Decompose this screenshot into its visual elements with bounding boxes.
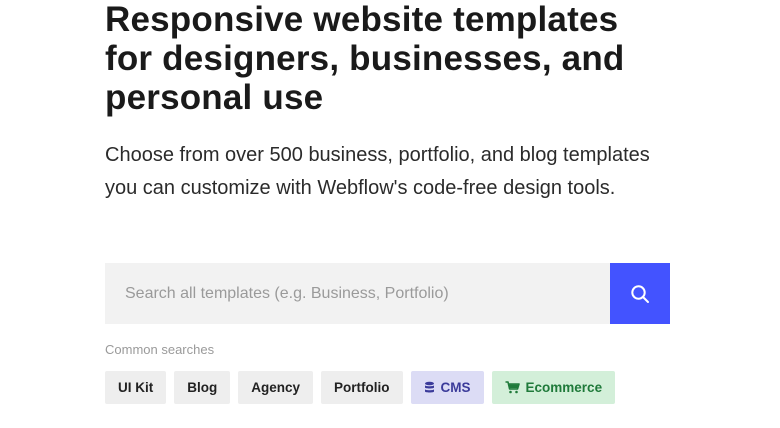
hero-section: Responsive website templates for designe…	[105, 0, 705, 204]
search-bar	[105, 263, 670, 324]
tag-ui-kit[interactable]: UI Kit	[105, 371, 167, 404]
tag-label: Blog	[187, 380, 218, 395]
page-title: Responsive website templates for designe…	[105, 0, 625, 117]
search-icon	[630, 284, 650, 304]
tag-label: Ecommerce	[525, 380, 603, 395]
tag-blog[interactable]: Blog	[174, 371, 231, 404]
tag-cms[interactable]: CMS	[410, 371, 484, 404]
tag-agency[interactable]: Agency	[238, 371, 314, 404]
common-searches-label: Common searches	[105, 342, 215, 357]
tag-label: Portfolio	[334, 380, 390, 395]
search-button[interactable]	[610, 263, 670, 324]
tag-label: CMS	[440, 380, 471, 395]
page-subtitle: Choose from over 500 business, portfolio…	[105, 144, 650, 199]
tag-portfolio[interactable]: Portfolio	[321, 371, 403, 404]
tag-ecommerce[interactable]: Ecommerce	[491, 371, 616, 404]
common-search-tags: UI Kit Blog Agency Portfolio CMS Ecommer…	[105, 371, 616, 404]
cart-icon	[505, 381, 520, 394]
tag-label: Agency	[251, 380, 301, 395]
search-input[interactable]	[105, 263, 610, 324]
database-icon	[424, 381, 435, 394]
tag-label: UI Kit	[118, 380, 154, 395]
